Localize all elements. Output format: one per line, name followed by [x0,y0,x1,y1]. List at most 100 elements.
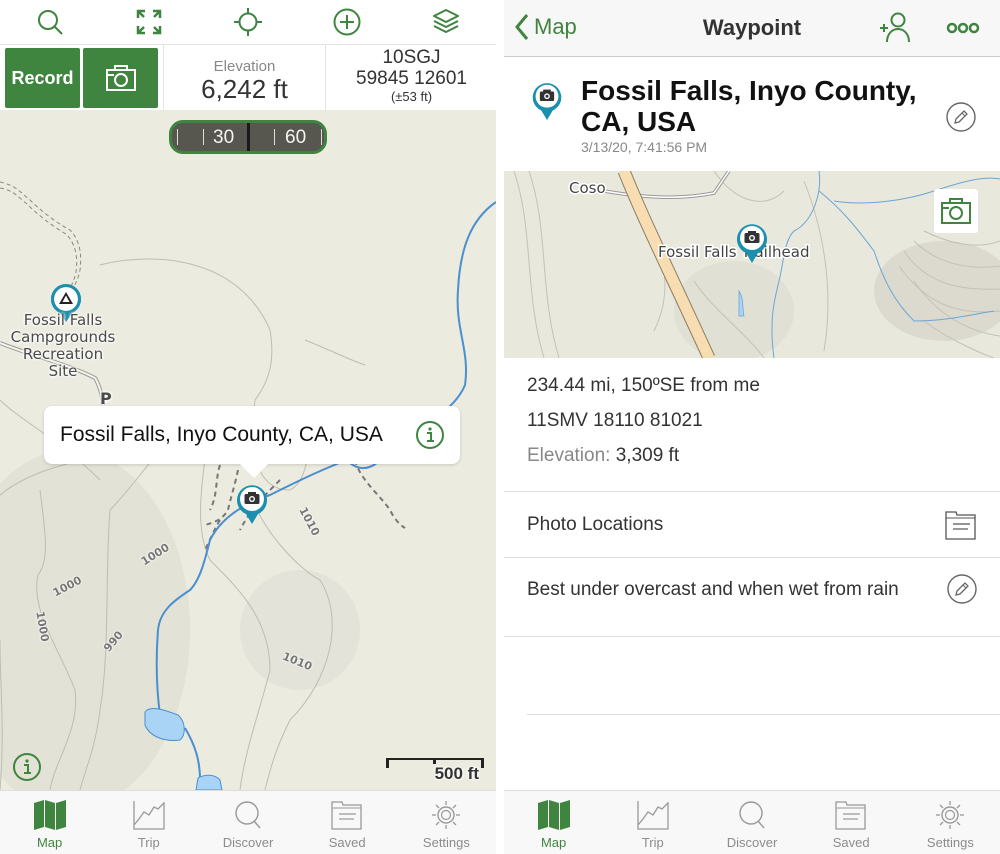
tab-saved[interactable]: Saved [802,791,901,854]
coord-zone: 10SGJ [382,47,441,68]
campground-label: Fossil Falls Campgrounds Recreation Site [4,312,122,380]
tab-saved[interactable]: Saved [298,791,397,854]
tab-map[interactable]: Map [504,791,603,854]
tab-settings[interactable]: Settings [901,791,1000,854]
compass-heading-indicator [247,123,250,151]
waypoint-header: Fossil Falls, Inyo County, CA, USA 3/13/… [504,57,1000,171]
tab-label: Map [540,835,567,850]
tab-bar: Map Trip Discover Saved Settings [504,790,1000,854]
gear-icon [429,799,463,831]
map-icon [33,799,67,831]
tab-label: Settings [926,835,974,850]
camera-icon [105,64,137,92]
tab-label: Settings [422,835,470,850]
compass-tick [203,129,204,145]
waypoint-photo-pin[interactable] [235,483,269,525]
add-user-icon[interactable] [878,10,914,46]
distance-bearing: 234.44 mi, 150ºSE from me [527,375,760,396]
compass-tick [274,129,275,145]
campground-label-line: Fossil Falls [23,311,103,329]
add-photo-button[interactable] [934,189,978,233]
add-circle-icon [333,8,361,36]
scale-label: 500 ft [434,764,479,783]
tab-discover[interactable]: Discover [702,791,801,854]
camera-icon [940,197,972,225]
folder-icon [330,799,364,831]
trip-chart-icon [636,799,670,831]
tab-discover[interactable]: Discover [198,791,297,854]
folder-icon [834,799,868,831]
waypoint-callout[interactable]: Fossil Falls, Inyo County, CA, USA [44,406,460,478]
campground-label-line: Campgrounds [10,328,116,346]
preview-map-base: Coso Fossil Falls Trailhead [513,171,1000,358]
trip-chart-icon [132,799,166,831]
tab-label: Trip [641,835,664,850]
status-bar: Record Elevation 6,242 ft 10SGJ 59845 12… [0,44,496,111]
compass-label-30: 30 [213,127,235,148]
tab-bar: Map Trip Discover Saved Settings [0,790,496,854]
elevation-value: 3,309 ft [615,445,680,466]
add-button[interactable] [327,2,367,42]
compass-tick [177,129,178,145]
layers-icon [433,9,460,33]
layers-button[interactable] [426,2,466,42]
more-icon[interactable] [946,18,980,38]
campground-label-line: Recreation [22,345,104,363]
tab-label: Saved [832,835,870,850]
search-button[interactable] [30,2,70,42]
map-icon [537,799,571,831]
callout-title: Fossil Falls, Inyo County, CA, USA [60,423,383,446]
waypoint-map-preview[interactable]: Coso Fossil Falls Trailhead [504,171,1000,358]
tab-trip[interactable]: Trip [603,791,702,854]
map-toolbar [0,0,496,44]
edit-notes-button[interactable] [946,573,978,605]
search-icon [37,10,63,35]
map-label-trailhead: Fossil Falls Trailhead [658,243,809,261]
edit-title-button[interactable] [945,101,977,133]
tab-label: Discover [726,835,778,850]
tab-label: Trip [137,835,160,850]
waypoint-title: Fossil Falls, Inyo County, CA, USA [581,75,917,137]
elevation-label: Elevation: [527,445,611,466]
nav-bar: Map Waypoint [504,0,1000,57]
folder-row[interactable]: Photo Locations [504,492,1000,558]
scale-bar: 500 ft [385,754,485,783]
tab-settings[interactable]: Settings [397,791,496,854]
callout-info-button[interactable] [415,420,445,450]
tab-label: Saved [328,835,366,850]
coordinate-readout[interactable]: 10SGJ 59845 12601 (±53 ft) [327,45,496,111]
tab-label: Discover [222,835,274,850]
map-view[interactable]: 30 60 Fossil Falls Campgrounds Recreatio… [0,110,496,790]
list-divider [527,714,1000,715]
camera-button[interactable] [83,48,158,108]
elevation-readout: Elevation 6,242 ft [163,45,326,111]
preview-photo-pin [735,222,769,264]
page-title: Waypoint [702,15,802,40]
elevation-value: 6,242 ft [201,74,288,104]
compass-tick [321,129,322,145]
locate-button[interactable] [228,2,268,42]
back-label: Map [534,14,577,39]
folder-icon [945,511,976,540]
photo-waypoint-icon [530,81,564,121]
waypoint-notes: Best under overcast and when wet from ra… [527,579,899,600]
discover-search-icon [231,799,265,831]
coord-accuracy: (±53 ft) [390,89,433,104]
parking-label: P [100,389,112,408]
compass-label-60: 60 [285,127,307,148]
coord-value: 59845 12601 [356,68,467,89]
tab-trip[interactable]: Trip [99,791,198,854]
waypoint-screen: Map Waypoint Fossil Falls, Inyo County, … [504,0,1000,854]
map-screen: Record Elevation 6,242 ft 10SGJ 59845 12… [0,0,496,854]
waypoint-elevation: Elevation: 3,309 ft [527,438,1000,473]
chevron-left-icon [515,14,529,40]
record-button[interactable]: Record [5,48,80,108]
map-info-button[interactable] [12,752,42,782]
tab-map[interactable]: Map [0,791,99,854]
folder-name: Photo Locations [527,514,664,535]
fullscreen-button[interactable] [129,2,169,42]
notes-row[interactable]: Best under overcast and when wet from ra… [504,558,1000,637]
back-button[interactable]: Map [514,13,577,41]
compass-heading-strip[interactable]: 30 60 [169,120,327,154]
discover-search-icon [735,799,769,831]
